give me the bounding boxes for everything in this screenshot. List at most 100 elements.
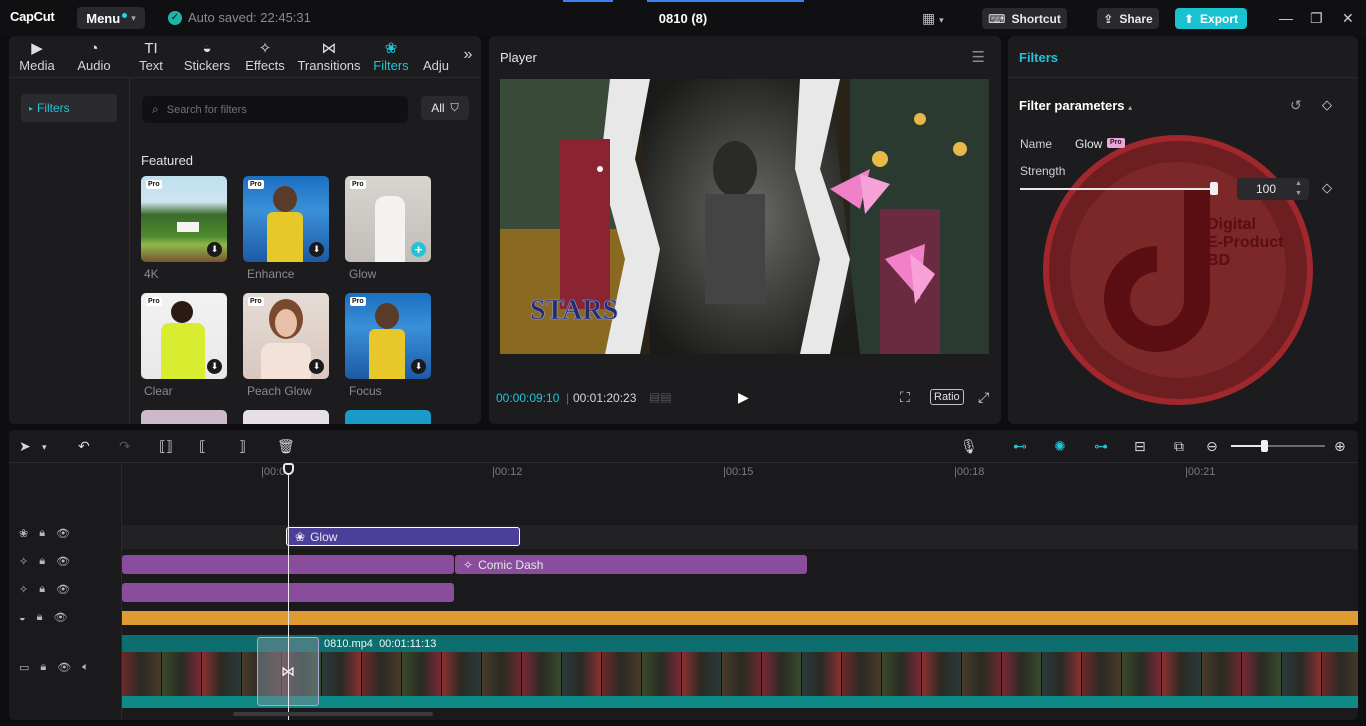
tab-adjust[interactable]: Adju — [423, 40, 453, 76]
playhead-handle[interactable] — [283, 463, 294, 475]
filter-card-enhance[interactable]: Pro ⬇ — [243, 176, 329, 262]
video-clip-info: 0810.mp4 00:01:11:13 — [324, 638, 436, 650]
filter-card-4k[interactable]: Pro ⬇ — [141, 176, 227, 262]
add-icon[interactable]: + — [411, 242, 426, 257]
lock-icon[interactable]: 🔒︎ — [39, 527, 45, 540]
select-pointer-icon[interactable]: ➤ — [19, 438, 31, 455]
tab-label: Audio — [77, 58, 111, 73]
strength-slider[interactable] — [1020, 188, 1216, 190]
microphone-icon[interactable]: 🎙 — [960, 438, 978, 455]
reset-icon[interactable]: ↺ — [1290, 97, 1302, 114]
search-input[interactable]: ⌕ Search for filters — [142, 96, 408, 123]
eye-icon[interactable]: 👁︎ — [57, 661, 71, 674]
strength-slider-thumb[interactable] — [1210, 182, 1218, 195]
filter-card-glow[interactable]: Pro + — [345, 176, 431, 262]
filter-card[interactable] — [243, 410, 329, 424]
inspector-tab-filters[interactable]: Filters — [1019, 50, 1058, 65]
link-icon[interactable]: ⊶ — [1094, 438, 1108, 455]
shortcut-button[interactable]: ⌨ Shortcut — [982, 8, 1067, 29]
clip-label: Glow — [310, 529, 338, 544]
export-button[interactable]: ⬆ Export — [1175, 8, 1247, 29]
tab-transitions[interactable]: ⋈ Transitions — [296, 40, 362, 76]
speaker-icon[interactable]: 🔈︎ — [82, 661, 89, 674]
maximize-icon[interactable]: ❐ — [1310, 10, 1323, 27]
menu-button[interactable]: Menu ▾ — [77, 7, 145, 29]
filter-card-peach-glow[interactable]: Pro ⬇ — [243, 293, 329, 379]
pro-badge: Pro — [350, 180, 366, 189]
app-logo: CapCut — [10, 9, 55, 24]
caret-up-icon[interactable]: ▴ — [1128, 103, 1132, 112]
sidebar-item-filters[interactable]: ▸ Filters — [21, 94, 117, 122]
horizontal-scrollbar[interactable] — [233, 712, 433, 716]
lock-icon[interactable]: 🔒︎ — [40, 661, 46, 674]
filter-card-clear[interactable]: Pro ⬇ — [141, 293, 227, 379]
trim-right-icon[interactable]: ⟧ — [239, 438, 246, 455]
chevron-down-icon[interactable]: ▾ — [42, 442, 47, 453]
eye-icon[interactable]: 👁︎ — [56, 583, 70, 596]
tab-effects[interactable]: ✧ Effects — [244, 40, 286, 76]
track-header-sticker: ◒ 🔒︎ 👁︎ — [19, 611, 67, 624]
sticker-clip[interactable] — [122, 611, 1358, 625]
ratio-button[interactable]: Ratio — [930, 389, 964, 405]
player-title: Player — [500, 50, 537, 65]
undo-icon[interactable]: ↶ — [78, 438, 90, 455]
strength-stepper[interactable]: ▲ ▼ — [1295, 179, 1302, 199]
glow-filter-clip[interactable]: ❀ Glow — [286, 527, 520, 546]
top-accent-line — [647, 0, 804, 2]
tab-stickers[interactable]: ◒ Stickers — [183, 40, 231, 76]
fullscreen-icon[interactable]: ⤢ — [978, 389, 989, 406]
zoom-in-icon[interactable]: ⊕ — [1334, 438, 1346, 455]
title-bar: CapCut Menu ▾ ✓ Auto saved: 22:45:31 081… — [0, 0, 1366, 36]
magnet-icon[interactable]: ⊷ — [1013, 438, 1027, 455]
card-thumbnail — [161, 323, 205, 379]
video-preview[interactable]: STARS — [500, 79, 989, 354]
comic-dash-effect-clip[interactable]: ✧ Comic Dash — [455, 555, 807, 574]
filter-all-dropdown[interactable]: All ⛉ — [421, 96, 469, 120]
timeline-ruler[interactable]: |00:09 |00:12 |00:15 |00:18 |00:21 — [122, 464, 1358, 484]
tab-label: Transitions — [297, 58, 361, 73]
tab-audio[interactable]: ◔ Audio — [75, 40, 113, 76]
lock-icon[interactable]: 🔒︎ — [39, 583, 45, 596]
filter-card[interactable] — [141, 410, 227, 424]
trim-left-icon[interactable]: ⟦ — [199, 438, 206, 455]
download-icon[interactable]: ⬇ — [207, 242, 222, 257]
tab-text[interactable]: TI Text — [135, 40, 167, 76]
video-frame-thumbnail — [202, 652, 242, 696]
tab-filters[interactable]: ❀ Filters — [372, 40, 410, 76]
keyframe-icon[interactable]: ◇ — [1322, 97, 1332, 113]
layout-icon[interactable]: ▦ ▾ — [922, 10, 944, 27]
top-accent-line — [563, 0, 613, 2]
filter-card[interactable] — [345, 410, 431, 424]
playhead[interactable] — [288, 465, 289, 720]
download-icon[interactable]: ⬇ — [309, 359, 324, 374]
zoom-slider-thumb[interactable] — [1261, 440, 1268, 452]
lock-icon[interactable]: 🔒︎ — [39, 555, 45, 568]
more-tabs-icon[interactable]: » — [455, 46, 481, 68]
eye-icon[interactable]: 👁︎ — [56, 555, 70, 568]
keyframe-icon[interactable]: ◇ — [1322, 180, 1332, 196]
grid-icon[interactable]: ▤▤ — [649, 390, 672, 404]
hamburger-icon[interactable]: ☰ — [972, 48, 985, 66]
eye-icon[interactable]: 👁︎ — [54, 611, 68, 624]
player-panel: Player ☰ STARS 00:00:09:10 | 00:01:20:23… — [489, 36, 1001, 424]
split-view-icon[interactable]: ⊟ — [1134, 438, 1146, 455]
download-icon[interactable]: ⬇ — [207, 359, 222, 374]
lock-icon[interactable]: 🔒︎ — [37, 611, 43, 624]
zoom-out-icon[interactable]: ⊖ — [1206, 438, 1218, 455]
download-icon[interactable]: ⬇ — [309, 242, 324, 257]
minimize-icon[interactable]: — — [1279, 10, 1293, 26]
filter-card-focus[interactable]: Pro ⬇ — [345, 293, 431, 379]
redo-icon[interactable]: ↷ — [119, 438, 131, 455]
auto-snap-icon[interactable]: ✺ — [1054, 438, 1066, 455]
delete-icon[interactable]: 🗑 — [277, 438, 295, 455]
split-icon[interactable]: ⟦⟧ — [159, 438, 173, 455]
play-icon[interactable]: ▶ — [738, 389, 749, 406]
crop-icon[interactable]: ⛶ — [900, 389, 910, 406]
tab-media[interactable]: ▶ Media — [18, 40, 56, 76]
download-icon[interactable]: ⬇ — [411, 359, 426, 374]
eye-icon[interactable]: 👁︎ — [56, 527, 70, 540]
video-frame-thumbnail — [402, 652, 442, 696]
close-icon[interactable]: ✕ — [1342, 10, 1354, 27]
share-button[interactable]: ⇪ Share — [1097, 8, 1159, 29]
preview-axis-icon[interactable]: ⧉ — [1174, 438, 1184, 455]
